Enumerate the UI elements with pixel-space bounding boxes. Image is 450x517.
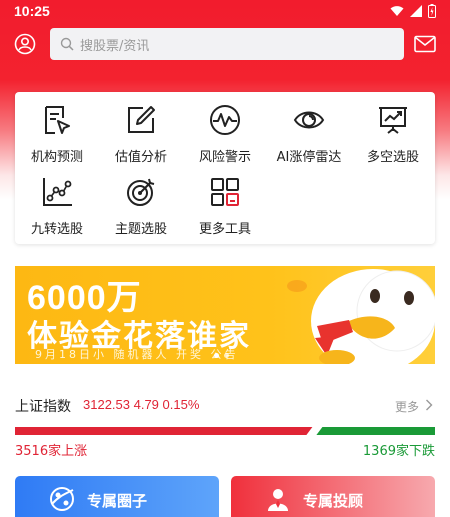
circle-button-label: 专属圈子: [87, 492, 148, 510]
wifi-icon: [390, 6, 404, 16]
tool-label: 九转选股: [30, 222, 83, 237]
target-arrow-icon: [127, 178, 155, 206]
tool-label: 主题选股: [114, 222, 167, 237]
search-icon: [60, 37, 74, 51]
more-link[interactable]: 更多: [395, 398, 419, 415]
tool-valuation-analysis[interactable]: 估值分析: [99, 98, 183, 165]
advisor-icon: [268, 489, 288, 511]
tool-long-short-picks[interactable]: 多空选股: [351, 98, 435, 165]
status-bar: 10:25: [0, 0, 450, 24]
pagination-dot-active[interactable]: [214, 353, 219, 358]
exclusive-advisor-button[interactable]: 专属投顾: [231, 476, 435, 517]
market-index-row[interactable]: 上证指数 3122.53 4.79 0.15% 更多: [15, 396, 435, 416]
tool-more-tools[interactable]: 更多工具: [183, 170, 267, 237]
valuation-edit-icon: [128, 106, 155, 133]
decliners-count: 1369家下跌: [362, 444, 435, 459]
index-values: 3122.53 4.79 0.15%: [83, 397, 200, 412]
signal-icon: [410, 5, 422, 17]
tool-label: 风险警示: [198, 150, 251, 165]
battery-icon: [428, 4, 436, 18]
user-profile-icon[interactable]: [14, 33, 36, 55]
banner-subtext: 9月18日小 随机器人 开奖 公告: [35, 348, 239, 361]
advancers-count: 3516家上涨: [15, 444, 88, 459]
scatter-chart-icon: [43, 178, 72, 206]
status-time: 10:25: [14, 3, 50, 19]
tools-grid: 机构预测 估值分析 风险警示 AI涨停雷达 多空选股 九转选股 主题选股 更多工…: [15, 92, 435, 244]
tool-institution-forecast[interactable]: 机构预测: [15, 98, 99, 165]
exclusive-circle-button[interactable]: 专属圈子: [15, 476, 219, 517]
mascot-illustration: [287, 269, 435, 364]
risk-wave-icon: [210, 105, 240, 135]
circle-community-icon: [50, 487, 74, 511]
search-placeholder: 搜股票/资讯: [80, 38, 150, 54]
board-trend-icon: [379, 107, 407, 134]
advance-decline-bar: [15, 427, 435, 435]
advisor-button-label: 专属投顾: [303, 492, 364, 510]
promo-banner[interactable]: 6000万 体验金花落谁家 9月18日小 随机器人 开奖 公告: [15, 266, 435, 364]
chevron-right-icon[interactable]: [425, 399, 433, 411]
tool-nine-turn-picks[interactable]: 九转选股: [15, 170, 99, 237]
decline-bar-segment: [316, 427, 435, 435]
tool-risk-warning[interactable]: 风险警示: [183, 98, 267, 165]
grid-tools-icon: [211, 178, 239, 206]
pagination-dot[interactable]: [224, 353, 229, 358]
radar-eye-icon: [293, 111, 325, 129]
status-icons: [390, 4, 436, 18]
top-bar: 搜股票/资讯: [0, 28, 450, 62]
tool-label: AI涨停雷达: [276, 150, 342, 165]
institution-forecast-icon: [45, 106, 70, 134]
mail-icon[interactable]: [414, 35, 436, 53]
tool-label: 多空选股: [366, 150, 419, 165]
search-input[interactable]: 搜股票/资讯: [50, 28, 404, 60]
banner-pagination: [214, 353, 229, 358]
tool-ai-limit-radar[interactable]: AI涨停雷达: [267, 98, 351, 165]
tool-theme-picks[interactable]: 主题选股: [99, 170, 183, 237]
tool-label: 估值分析: [114, 150, 167, 165]
tool-label: 更多工具: [198, 222, 251, 237]
tool-label: 机构预测: [30, 150, 83, 165]
index-name: 上证指数: [15, 399, 71, 415]
advance-bar-segment: [15, 427, 313, 435]
